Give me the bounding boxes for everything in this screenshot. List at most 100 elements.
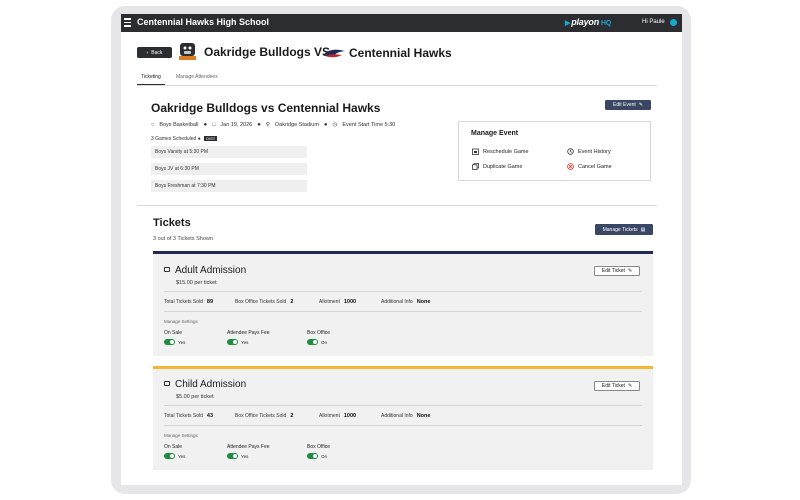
ticket-divider: [164, 425, 642, 426]
edit-ticket-button[interactable]: Edit Ticket ✎: [594, 381, 640, 391]
box-office-sold-value: 2: [290, 299, 294, 305]
game-row: Boys JV at 6:30 PM: [151, 163, 307, 175]
manage-settings-label: Manage Settings: [164, 319, 198, 324]
box-office-label: Box Office: [307, 444, 330, 450]
separator-dot: ●: [203, 122, 208, 128]
allotment-label: Allotment: [319, 413, 340, 419]
calendar-icon: [472, 148, 479, 155]
tab-manage-attendees[interactable]: Manage Attendees: [176, 74, 218, 85]
reschedule-label: Reschedule Game: [483, 148, 529, 155]
on-sale-value: Yes: [178, 454, 186, 459]
calendar-icon: □: [212, 122, 216, 128]
ticket-accent-bar: [153, 366, 653, 369]
top-bar: Centennial Hawks High School ▶playon HQ H…: [121, 14, 682, 32]
allotment-label: Allotment: [319, 299, 340, 305]
manage-event-panel: Manage Event Reschedule Game Event Histo…: [458, 121, 651, 181]
games-scheduled-label: 3 Games Scheduled: [151, 136, 197, 142]
attendee-pays-fee-toggle[interactable]: [227, 339, 238, 345]
user-greeting[interactable]: Hi Paule: [642, 19, 665, 25]
on-sale-toggle[interactable]: [164, 339, 175, 345]
duplicate-icon: [472, 163, 479, 170]
clock-icon: ◷: [332, 122, 338, 128]
attendee-pays-fee-value: Yes: [241, 340, 249, 345]
game-row: Boys Varsity at 5:30 PM: [151, 146, 307, 158]
play-icon: ▶: [565, 20, 571, 27]
attendee-pays-fee-label: Attendee Pays Fee: [227, 330, 270, 336]
additional-info-stat: Additional Info None: [381, 299, 430, 305]
manage-event-title: Manage Event: [471, 130, 519, 137]
total-sold-value: 43: [206, 413, 214, 419]
event-venue: Oakridge Stadium: [274, 122, 319, 128]
cancel-game-action[interactable]: Cancel Game: [567, 163, 612, 170]
pencil-icon: ✎: [627, 268, 633, 274]
ticket-divider: [164, 405, 642, 406]
ticket-divider: [164, 291, 642, 292]
separator-dot: ●: [197, 136, 201, 142]
games-badge: DIST: [204, 136, 218, 141]
box-office-sold-stat: Box Office Tickets Sold 2: [235, 299, 293, 305]
duplicate-game-action[interactable]: Duplicate Game: [472, 163, 522, 170]
allotment-stat: Allotment 1000: [319, 299, 356, 305]
game-row: Boys Freshman at 7:30 PM: [151, 180, 307, 192]
box-office-sold-label: Box Office Tickets Sold: [235, 413, 287, 419]
event-meta: ○ Boys Basketball ● □ Jan 19, 2026 ● ⚲ O…: [151, 122, 395, 128]
box-office-sold-stat: Box Office Tickets Sold 2: [235, 413, 293, 419]
back-label: Back: [151, 49, 163, 56]
edit-event-button[interactable]: Edit Event ✎: [605, 100, 651, 110]
duplicate-label: Duplicate Game: [483, 163, 523, 170]
ticket-name: Adult Admission: [175, 265, 247, 276]
back-button[interactable]: ‹ Back: [137, 47, 172, 58]
games-scheduled: 3 Games Scheduled ● DIST: [151, 136, 218, 142]
box-office-label: Box Office: [307, 330, 330, 336]
ticket-icon: [164, 381, 170, 386]
manage-settings-label: Manage Settings: [164, 433, 198, 438]
attendee-pays-fee-toggle[interactable]: [227, 453, 238, 459]
edit-ticket-button[interactable]: Edit Ticket ✎: [594, 266, 640, 276]
event-start-time: Event Start Time 5:30: [342, 122, 396, 128]
manage-tickets-label: Manage Tickets: [602, 226, 638, 233]
event-history-action[interactable]: Event History: [567, 148, 611, 155]
ticket-name: Child Admission: [175, 379, 247, 390]
additional-info-label: Additional Info: [381, 299, 413, 305]
event-sport: Boys Basketball: [159, 122, 199, 128]
tab-ticketing[interactable]: Ticketing: [137, 74, 165, 85]
location-pin-icon: ⚲: [265, 122, 270, 128]
cancel-label: Cancel Game: [578, 163, 612, 170]
tickets-count: 3 out of 3 Tickets Shown: [153, 236, 213, 242]
reschedule-game-action[interactable]: Reschedule Game: [472, 148, 529, 155]
basketball-icon: ○: [151, 122, 155, 128]
attendee-pays-fee-label: Attendee Pays Fee: [227, 444, 270, 450]
attendee-pays-fee-value: Yes: [241, 454, 249, 459]
event-date: Jan 19, 2026: [220, 122, 253, 128]
app-screen: Centennial Hawks High School ▶playon HQ H…: [121, 14, 682, 485]
home-team-name: Oakridge Bulldogs VS: [204, 45, 331, 59]
ticket-accent-bar: [153, 251, 653, 254]
history-icon: [567, 148, 574, 155]
bulldogs-logo: [179, 43, 196, 60]
cancel-icon: [567, 163, 574, 170]
box-office-toggle[interactable]: [307, 339, 318, 345]
allotment-value: 1000: [343, 413, 357, 419]
section-divider: [137, 205, 657, 206]
brand-logo[interactable]: ▶playon HQ: [565, 17, 611, 27]
user-avatar-icon[interactable]: [670, 19, 677, 26]
on-sale-toggle[interactable]: [164, 453, 175, 459]
additional-info-value: None: [416, 413, 431, 419]
away-team-name: Centennial Hawks: [349, 46, 452, 60]
ticket-divider: [164, 311, 642, 312]
on-sale-label: On Sale: [164, 330, 183, 336]
additional-info-label: Additional Info: [381, 413, 413, 419]
allotment-value: 1000: [343, 299, 357, 305]
separator-dot: ●: [323, 122, 328, 128]
brand-suffix: HQ: [601, 20, 612, 27]
ticket-icon: ▤: [640, 226, 646, 233]
box-office-toggle[interactable]: [307, 453, 318, 459]
manage-tickets-button[interactable]: Manage Tickets ▤: [595, 224, 653, 235]
box-office-value: On: [321, 340, 328, 345]
total-sold-value: 89: [206, 299, 214, 305]
on-sale-label: On Sale: [164, 444, 183, 450]
box-office-sold-label: Box Office Tickets Sold: [235, 299, 287, 305]
hamburger-menu-icon[interactable]: [124, 18, 131, 27]
additional-info-stat: Additional Info None: [381, 413, 430, 419]
ticket-price: $15.00 per ticket: [176, 280, 217, 286]
